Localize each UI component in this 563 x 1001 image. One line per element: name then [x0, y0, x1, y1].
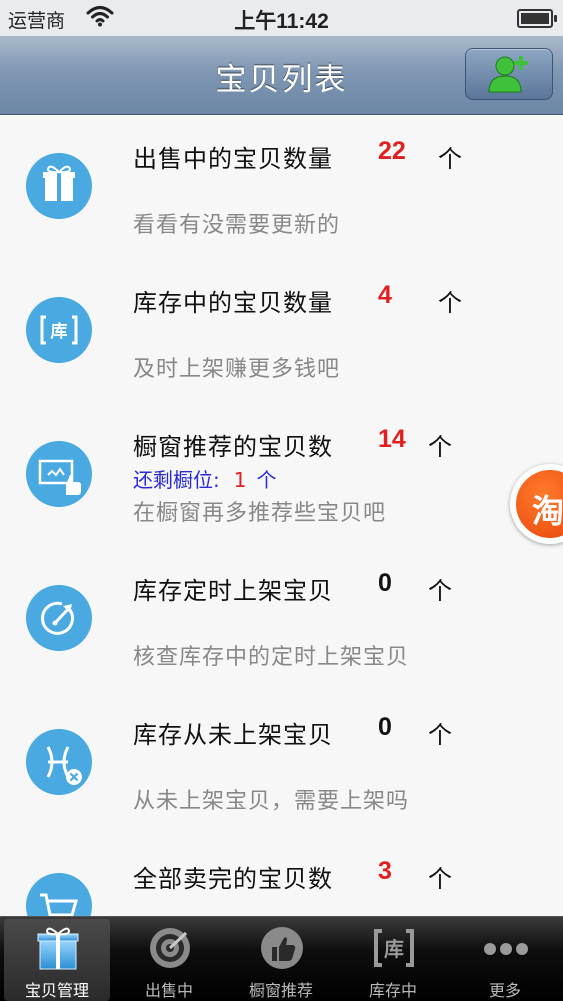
clock: 上午11:42	[234, 10, 329, 33]
tab-in-stock[interactable]: 库 库存中	[340, 919, 446, 1001]
item-title: 库存从未上架宝贝	[133, 721, 333, 749]
thumbs-up-icon	[261, 927, 303, 969]
remaining-slots-count: 1	[233, 468, 247, 492]
svg-text:库: 库	[51, 321, 68, 342]
list-item-scheduled[interactable]: 库存定时上架宝贝 0 个 核查库存中的定时上架宝贝	[0, 547, 563, 692]
tab-bar: 宝贝管理 出售中 橱窗推荐 库 库存中 更多	[0, 916, 563, 1001]
gift-box-icon	[37, 927, 79, 970]
item-subtitle: 在橱窗再多推荐些宝贝吧	[133, 501, 387, 526]
timer-arrow-icon	[26, 585, 92, 651]
add-user-icon	[488, 56, 528, 93]
item-list: 出售中的宝贝数量 22 个 看看有没需要更新的 库 库存中的宝贝数量 4 个 及…	[0, 115, 563, 916]
tab-more[interactable]: 更多	[452, 919, 558, 1001]
list-item-in-stock[interactable]: 库 库存中的宝贝数量 4 个 及时上架赚更多钱吧	[0, 259, 563, 404]
item-subtitle: 从未上架宝贝，需要上架吗	[133, 789, 410, 814]
item-unit: 个	[428, 433, 452, 461]
tab-label: 橱窗推荐	[248, 981, 313, 1000]
tab-label: 库存中	[368, 981, 417, 1000]
status-bar: 运营商 上午11:42	[0, 0, 563, 36]
remaining-slots-unit: 个	[256, 468, 277, 492]
showcase-thumb-icon	[26, 441, 92, 507]
item-title: 橱窗推荐的宝贝数	[133, 433, 333, 461]
item-count: 14	[378, 425, 406, 453]
taobao-logo-icon: 淘	[516, 470, 563, 538]
add-user-button[interactable]	[465, 48, 553, 100]
tab-label: 宝贝管理	[24, 981, 89, 1000]
more-dots-icon	[484, 943, 528, 955]
item-unit: 个	[428, 577, 452, 605]
warehouse-glyph: 库	[384, 937, 404, 961]
item-unit: 个	[428, 865, 452, 893]
list-item-never-listed[interactable]: 库存从未上架宝贝 0 个 从未上架宝贝，需要上架吗	[0, 691, 563, 836]
tab-on-sale[interactable]: 出售中	[116, 919, 222, 1001]
gift-box-icon	[26, 153, 92, 219]
tab-item-management[interactable]: 宝贝管理	[4, 919, 110, 1001]
item-title: 出售中的宝贝数量	[133, 145, 333, 173]
item-count: 3	[378, 857, 392, 885]
item-subtitle: 及时上架赚更多钱吧	[133, 357, 341, 382]
item-count: 0	[378, 569, 392, 597]
item-unit: 个	[428, 721, 452, 749]
item-count: 22	[378, 137, 406, 165]
remaining-slots-label: 还剩橱位:	[133, 468, 220, 492]
battery-icon	[517, 9, 557, 28]
taobao-glyph: 淘	[532, 492, 563, 530]
target-icon	[150, 928, 190, 968]
item-subtitle: 核查库存中的定时上架宝贝	[133, 645, 410, 670]
tab-showcase[interactable]: 橱窗推荐	[228, 919, 334, 1001]
navigation-bar: 宝贝列表	[0, 36, 563, 115]
cart-icon	[26, 873, 92, 916]
item-subtitle: 看看有没需要更新的	[133, 213, 341, 238]
item-title: 全部卖完的宝贝数	[133, 865, 333, 893]
pisces-x-icon	[26, 729, 92, 795]
item-count: 4	[378, 281, 392, 309]
item-title: 库存定时上架宝贝	[133, 577, 333, 605]
warehouse-icon: 库	[374, 929, 414, 967]
remaining-slots: 还剩橱位: 1 个	[133, 464, 276, 493]
list-item-on-sale[interactable]: 出售中的宝贝数量 22 个 看看有没需要更新的	[0, 115, 563, 260]
item-title: 库存中的宝贝数量	[133, 289, 333, 317]
list-item-sold-out[interactable]: 全部卖完的宝贝数 3 个	[0, 835, 563, 916]
list-item-showcase[interactable]: 橱窗推荐的宝贝数 14 个 还剩橱位: 1 个 在橱窗再多推荐些宝贝吧	[0, 403, 563, 548]
item-unit: 个	[438, 289, 462, 317]
warehouse-icon: 库	[26, 297, 92, 363]
tab-label: 出售中	[144, 981, 193, 1000]
item-unit: 个	[438, 145, 462, 173]
tab-label: 更多	[488, 981, 521, 1000]
item-count: 0	[378, 713, 392, 741]
